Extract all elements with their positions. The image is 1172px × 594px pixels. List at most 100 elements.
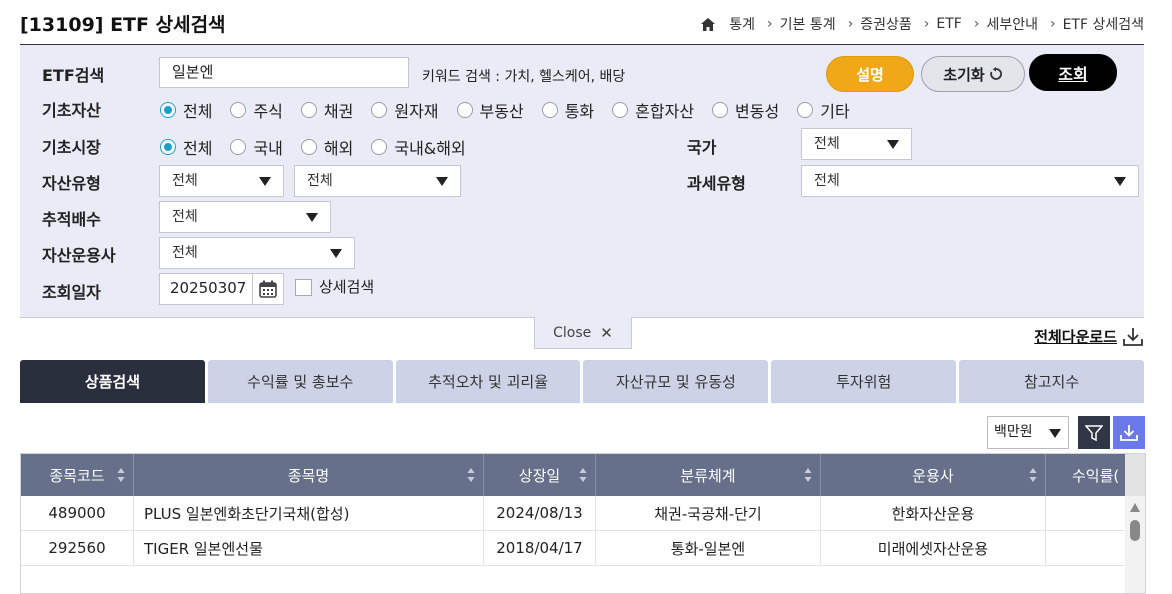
- query-date-label: 조회일자: [42, 283, 101, 302]
- column-header-classification[interactable]: 분류체계: [596, 454, 821, 496]
- radio-market-both[interactable]: 국내&해외: [371, 135, 466, 159]
- tab-tracking-error[interactable]: 추적오차 및 괴리율: [395, 360, 581, 403]
- explain-button[interactable]: 설명: [826, 56, 914, 92]
- close-panel-button[interactable]: Close ✕: [534, 317, 632, 349]
- calendar-button[interactable]: [252, 273, 284, 305]
- radio-asset-bond[interactable]: 채권: [300, 98, 353, 122]
- tab-product-search[interactable]: 상품검색: [20, 360, 205, 403]
- download-all-link[interactable]: 전체다운로드: [1034, 326, 1144, 347]
- radio-asset-currency[interactable]: 통화: [541, 98, 594, 122]
- radio-label: 변동성: [735, 102, 780, 121]
- column-header-label: 수익률(: [1072, 466, 1120, 485]
- radio-asset-volatility[interactable]: 변동성: [712, 98, 779, 122]
- radio-dot: [230, 102, 247, 118]
- column-header-label: 종목명: [287, 466, 330, 485]
- breadcrumb-item[interactable]: ETF 상세검색: [1063, 14, 1144, 34]
- radio-label: 전체: [183, 139, 213, 158]
- column-header-label: 운용사: [912, 466, 954, 485]
- cell-listing-date: 2018/04/17: [484, 531, 596, 565]
- asset-manager-select[interactable]: 전체: [159, 237, 355, 269]
- select-value: 전체: [814, 173, 840, 189]
- cell-manager: 한화자산운용: [821, 496, 1046, 530]
- home-icon[interactable]: [701, 17, 716, 31]
- asset-type-select-1[interactable]: 전체: [159, 165, 284, 197]
- chevron-right-icon: ›: [1049, 16, 1056, 32]
- unit-select[interactable]: 백만원: [987, 416, 1069, 449]
- tab-returns-fees[interactable]: 수익률 및 총보수: [207, 360, 393, 403]
- table-row[interactable]: 489000 PLUS 일본엔화초단기국채(합성) 2024/08/13 채권-…: [21, 496, 1125, 531]
- column-header-code[interactable]: 종목코드: [21, 454, 134, 496]
- calendar-icon: [259, 280, 277, 298]
- breadcrumb-item[interactable]: 증권상품: [860, 14, 912, 34]
- tab-reference-index[interactable]: 참고지수: [959, 360, 1144, 403]
- cell-code: 489000: [21, 496, 134, 530]
- radio-dot: [371, 102, 388, 118]
- scrollbar-thumb[interactable]: [1130, 520, 1140, 541]
- refresh-icon: [989, 67, 1002, 80]
- table-row[interactable]: 292560 TIGER 일본엔선물 2018/04/17 통화-일본엔 미래에…: [21, 531, 1125, 566]
- cell-listing-date: 2024/08/13: [484, 496, 596, 530]
- excel-download-button[interactable]: [1113, 416, 1145, 449]
- breadcrumb-item[interactable]: ETF: [936, 16, 961, 32]
- detail-search-label[interactable]: 상세검색: [319, 276, 374, 297]
- reset-button[interactable]: 초기화: [921, 56, 1025, 92]
- underlying-market-label: 기초시장: [42, 138, 101, 157]
- column-header-label: 종목코드: [49, 466, 105, 485]
- breadcrumb-item[interactable]: 세부안내: [986, 14, 1038, 34]
- breadcrumb-item[interactable]: 기본 통계: [780, 14, 836, 34]
- tax-type-select[interactable]: 전체: [801, 165, 1139, 197]
- radio-dot: [230, 139, 247, 155]
- result-tabs: 상품검색 수익률 및 총보수 추적오차 및 괴리율 자산규모 및 유동성 투자위…: [20, 360, 1144, 403]
- column-header-listing-date[interactable]: 상장일: [484, 454, 596, 496]
- radio-dot: [160, 139, 176, 155]
- tracking-multiple-select[interactable]: 전체: [159, 201, 331, 233]
- sort-icon: [467, 468, 475, 482]
- radio-dot: [371, 139, 388, 155]
- filter-button[interactable]: [1078, 416, 1110, 449]
- reset-label: 초기화: [943, 65, 985, 84]
- radio-dot: [541, 102, 558, 118]
- scroll-up-arrow-icon[interactable]: [1130, 503, 1140, 512]
- radio-dot: [456, 102, 473, 118]
- radio-market-domestic[interactable]: 국내: [230, 135, 283, 159]
- select-value: 전체: [172, 173, 198, 189]
- download-icon: [1120, 424, 1138, 441]
- breadcrumb-item[interactable]: 통계: [729, 14, 755, 34]
- select-value: 전체: [814, 136, 840, 152]
- underlying-asset-radio-group: 전체 주식 채권 원자재 부동산 통화 혼합자산 변동성 기타: [160, 98, 868, 122]
- chevron-right-icon: ›: [767, 16, 773, 32]
- radio-market-all[interactable]: 전체: [160, 135, 212, 159]
- radio-asset-mixed[interactable]: 혼합자산: [612, 98, 694, 122]
- column-header-label: 상장일: [518, 466, 561, 485]
- query-date-input[interactable]: 20250307: [159, 273, 253, 305]
- cell-return: [1046, 531, 1125, 565]
- column-header-manager[interactable]: 운용사: [821, 454, 1046, 496]
- sort-icon: [579, 468, 587, 482]
- detail-search-checkbox[interactable]: [295, 279, 312, 296]
- search-panel: ETF검색 일본엔 키워드 검색 : 가치, 헬스케어, 배당 설명 초기화 조…: [20, 45, 1144, 318]
- radio-market-overseas[interactable]: 해외: [300, 135, 353, 159]
- sort-icon: [117, 468, 125, 482]
- tab-investment-risk[interactable]: 투자위험: [771, 360, 957, 403]
- cell-code: 292560: [21, 531, 134, 565]
- etf-search-input[interactable]: 일본엔: [159, 57, 409, 88]
- column-header-name[interactable]: 종목명: [134, 454, 484, 496]
- radio-asset-all[interactable]: 전체: [160, 98, 212, 122]
- sort-icon: [1029, 468, 1037, 482]
- radio-asset-realestate[interactable]: 부동산: [456, 98, 524, 122]
- search-button[interactable]: 조회: [1029, 54, 1117, 91]
- etf-search-label: ETF검색: [42, 66, 105, 85]
- radio-asset-stock[interactable]: 주식: [230, 98, 283, 122]
- breadcrumb: 통계 › 기본 통계 › 증권상품 › ETF › 세부안내 › ETF 상세검…: [701, 14, 1144, 34]
- vertical-scrollbar[interactable]: [1125, 454, 1145, 593]
- asset-type-select-2[interactable]: 전체: [294, 165, 461, 197]
- radio-dot: [797, 102, 814, 118]
- radio-asset-commodity[interactable]: 원자재: [371, 98, 439, 122]
- radio-asset-other[interactable]: 기타: [797, 98, 850, 122]
- chevron-right-icon: ›: [973, 16, 980, 32]
- tab-asset-size[interactable]: 자산규모 및 유동성: [583, 360, 769, 403]
- country-select[interactable]: 전체: [801, 128, 912, 160]
- close-label: Close: [553, 324, 592, 341]
- page-title: [13109] ETF 상세검색: [20, 14, 226, 36]
- dropdown-arrow-icon: [306, 213, 318, 222]
